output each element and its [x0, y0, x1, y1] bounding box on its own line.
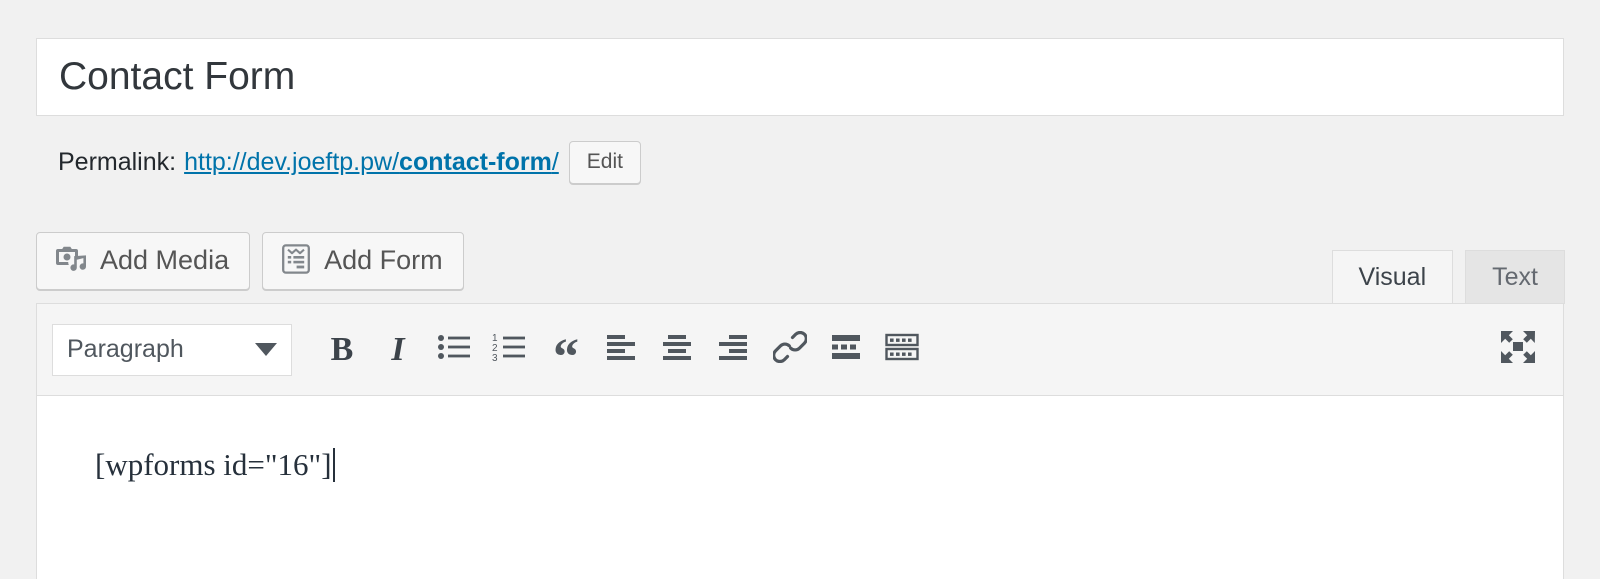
blockquote-button[interactable]: “ [538, 314, 594, 386]
form-clipboard-icon [280, 243, 312, 278]
add-media-label: Add Media [100, 244, 230, 275]
text-cursor [332, 448, 335, 482]
permalink-base: http://dev.joeftp.pw/ [184, 147, 400, 176]
format-select[interactable]: Paragraph [52, 323, 292, 376]
tab-visual[interactable]: Visual [1331, 250, 1454, 304]
add-form-label: Add Form [324, 244, 443, 275]
tab-text[interactable]: Text [1465, 250, 1565, 304]
editor-toolbar: Paragraph B I 1 2 3 “ [37, 304, 1563, 396]
add-media-button[interactable]: Add Media [36, 232, 251, 290]
align-left-button[interactable] [594, 322, 650, 378]
permalink: Permalink: http://dev.joeftp.pw/contact-… [58, 138, 641, 186]
permalink-url[interactable]: http://dev.joeftp.pw/contact-form/ [184, 148, 559, 177]
numbered-list-button[interactable]: 1 2 3 [482, 322, 538, 378]
editor-content-area[interactable]: [wpforms id="16"] [37, 396, 1563, 579]
numbered-list-icon: 1 2 3 [492, 332, 528, 367]
align-center-icon [661, 332, 695, 367]
read-more-icon [830, 333, 862, 366]
post-title-input[interactable] [37, 39, 1563, 115]
align-right-icon [717, 332, 751, 367]
read-more-button[interactable] [818, 322, 874, 378]
fullscreen-expand-icon [1498, 328, 1538, 371]
edit-permalink-button[interactable]: Edit [568, 140, 641, 184]
editor-container: Paragraph B I 1 2 3 “ [wpforms id="16"] [36, 303, 1564, 579]
permalink-label: Permalink: [58, 147, 177, 176]
numbered-list-digit-3: 3 [492, 353, 498, 362]
editor-mode-tabs: Visual Text [1331, 248, 1565, 304]
add-form-button[interactable]: Add Form [262, 232, 464, 290]
fullscreen-button[interactable] [1489, 322, 1547, 378]
align-right-button[interactable] [706, 322, 762, 378]
bulleted-list-button[interactable] [426, 322, 482, 378]
permalink-slug: contact-form [399, 147, 552, 176]
camera-music-icon [54, 243, 88, 278]
link-chain-icon [772, 330, 808, 368]
bulleted-list-icon [437, 332, 471, 367]
bold-button[interactable]: B [314, 322, 370, 378]
permalink-trailing-slash: / [551, 147, 559, 176]
chevron-down-icon [255, 343, 277, 356]
toolbar-toggle-button[interactable] [874, 322, 930, 378]
italic-button[interactable]: I [370, 322, 426, 378]
keyboard-toolbar-toggle-icon [885, 333, 919, 366]
media-buttons-bar: Add Media Add Form [36, 232, 464, 290]
post-title-field[interactable] [36, 38, 1564, 116]
insert-link-button[interactable] [762, 322, 818, 378]
align-center-button[interactable] [650, 322, 706, 378]
align-left-icon [605, 332, 639, 367]
shortcode-text: [wpforms id="16"] [95, 447, 332, 482]
format-select-value: Paragraph [67, 335, 184, 363]
